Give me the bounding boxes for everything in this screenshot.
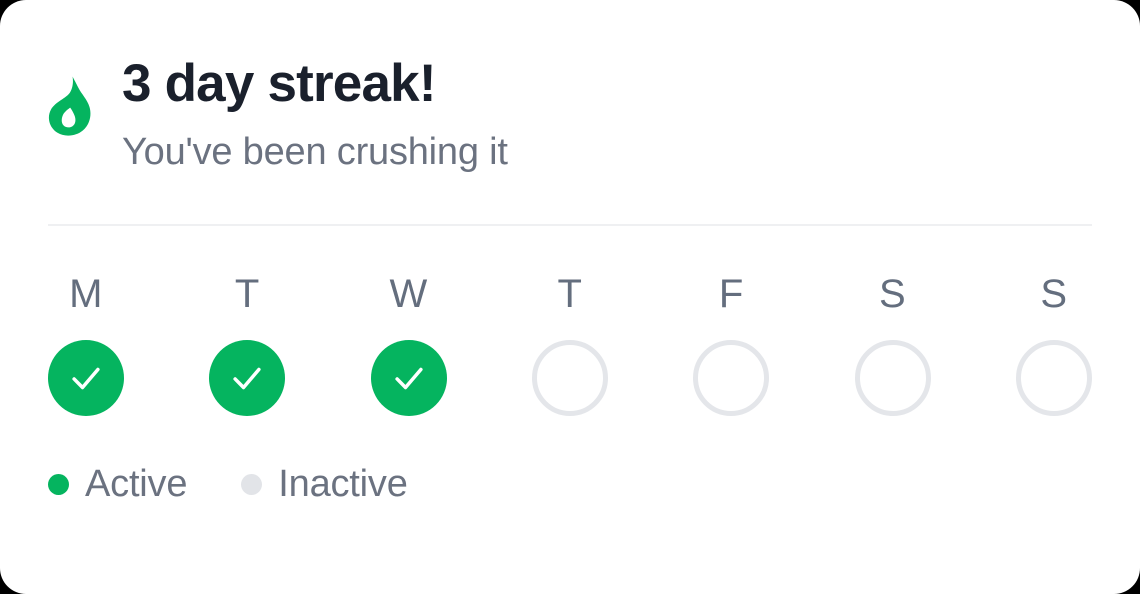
streak-header: 3 day streak! You've been crushing it <box>48 0 1092 178</box>
day-column-friday[interactable]: F <box>693 272 770 416</box>
divider <box>48 224 1092 226</box>
day-column-wednesday[interactable]: W <box>370 272 447 416</box>
check-icon <box>233 367 261 390</box>
legend-dot-inactive-icon <box>241 473 263 495</box>
day-status-circle-active[interactable] <box>209 340 286 416</box>
day-label: S <box>1040 272 1068 316</box>
day-label: T <box>234 272 260 316</box>
page-title: 3 day streak! <box>122 54 436 113</box>
streak-card: 3 day streak! You've been crushing it M … <box>0 0 1140 594</box>
day-status-circle-inactive[interactable] <box>693 340 770 416</box>
legend-label: Inactive <box>278 463 408 505</box>
streak-header-text: 3 day streak! You've been crushing it <box>122 54 508 178</box>
check-icon <box>72 367 100 390</box>
legend-dot-active-icon <box>48 473 69 495</box>
day-status-circle-inactive[interactable] <box>854 340 931 416</box>
legend: Active Inactive <box>48 462 1092 506</box>
day-label: F <box>718 272 744 316</box>
streak-subtitle: You've been crushing it <box>122 131 508 173</box>
day-status-circle-active[interactable] <box>48 340 124 416</box>
flame-icon <box>48 76 91 136</box>
day-label: S <box>879 272 907 316</box>
day-column-monday[interactable]: M <box>48 272 124 416</box>
day-status-circle-active[interactable] <box>370 340 447 416</box>
legend-item-active: Active <box>48 462 187 506</box>
day-column-tuesday[interactable]: T <box>209 272 286 416</box>
legend-item-inactive: Inactive <box>241 462 408 506</box>
week-progress-row: M T W T F S S <box>48 272 1092 416</box>
day-label: W <box>389 272 428 316</box>
day-status-circle-inactive[interactable] <box>531 340 608 416</box>
legend-label: Active <box>85 463 188 505</box>
day-label: T <box>557 272 583 316</box>
day-column-saturday[interactable]: S <box>854 272 931 416</box>
check-icon <box>395 367 423 390</box>
day-column-thursday[interactable]: T <box>531 272 608 416</box>
day-status-circle-inactive[interactable] <box>1015 340 1092 416</box>
day-column-sunday[interactable]: S <box>1015 272 1092 416</box>
day-label: M <box>69 272 103 316</box>
